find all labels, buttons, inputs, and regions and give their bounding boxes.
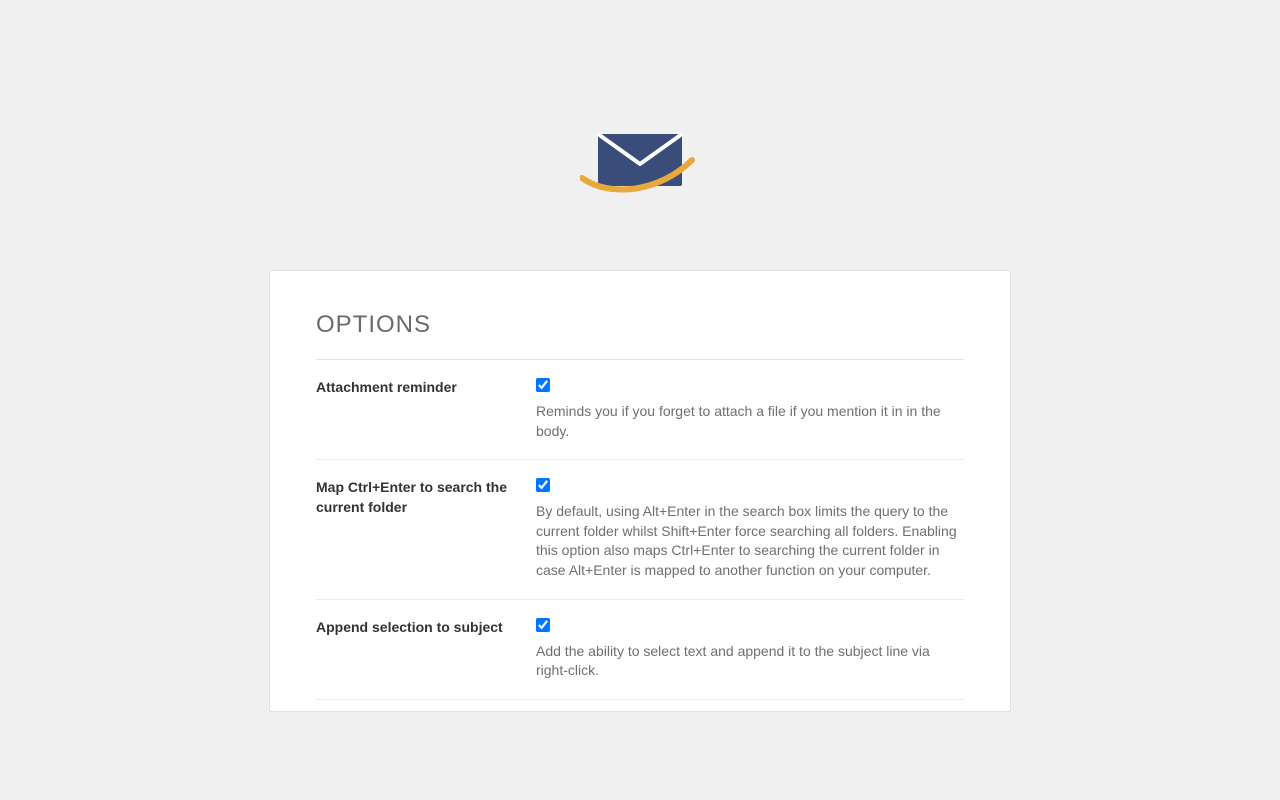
option-row-send-confirmation: Send confirmation Requires confirmation … xyxy=(316,700,964,712)
option-label: Append selection to subject xyxy=(316,618,536,681)
option-label: Attachment reminder xyxy=(316,378,536,441)
ctrl-enter-search-checkbox[interactable] xyxy=(536,478,550,492)
logo-container xyxy=(0,0,1280,270)
mail-logo-icon xyxy=(580,120,700,200)
option-description: Reminds you if you forget to attach a fi… xyxy=(536,402,964,441)
option-row-attachment-reminder: Attachment reminder Reminds you if you f… xyxy=(316,360,964,460)
append-selection-checkbox[interactable] xyxy=(536,618,550,632)
option-label: Map Ctrl+Enter to search the current fol… xyxy=(316,478,536,580)
option-row-ctrl-enter-search: Map Ctrl+Enter to search the current fol… xyxy=(316,460,964,599)
panel-title: OPTIONS xyxy=(316,311,964,353)
option-control: Add the ability to select text and appen… xyxy=(536,618,964,681)
option-row-append-selection: Append selection to subject Add the abil… xyxy=(316,600,964,700)
option-control: Reminds you if you forget to attach a fi… xyxy=(536,378,964,441)
option-control: By default, using Alt+Enter in the searc… xyxy=(536,478,964,580)
attachment-reminder-checkbox[interactable] xyxy=(536,378,550,392)
options-panel: OPTIONS Attachment reminder Reminds you … xyxy=(269,270,1011,712)
option-description: Add the ability to select text and appen… xyxy=(536,642,964,681)
option-description: By default, using Alt+Enter in the searc… xyxy=(536,502,964,580)
